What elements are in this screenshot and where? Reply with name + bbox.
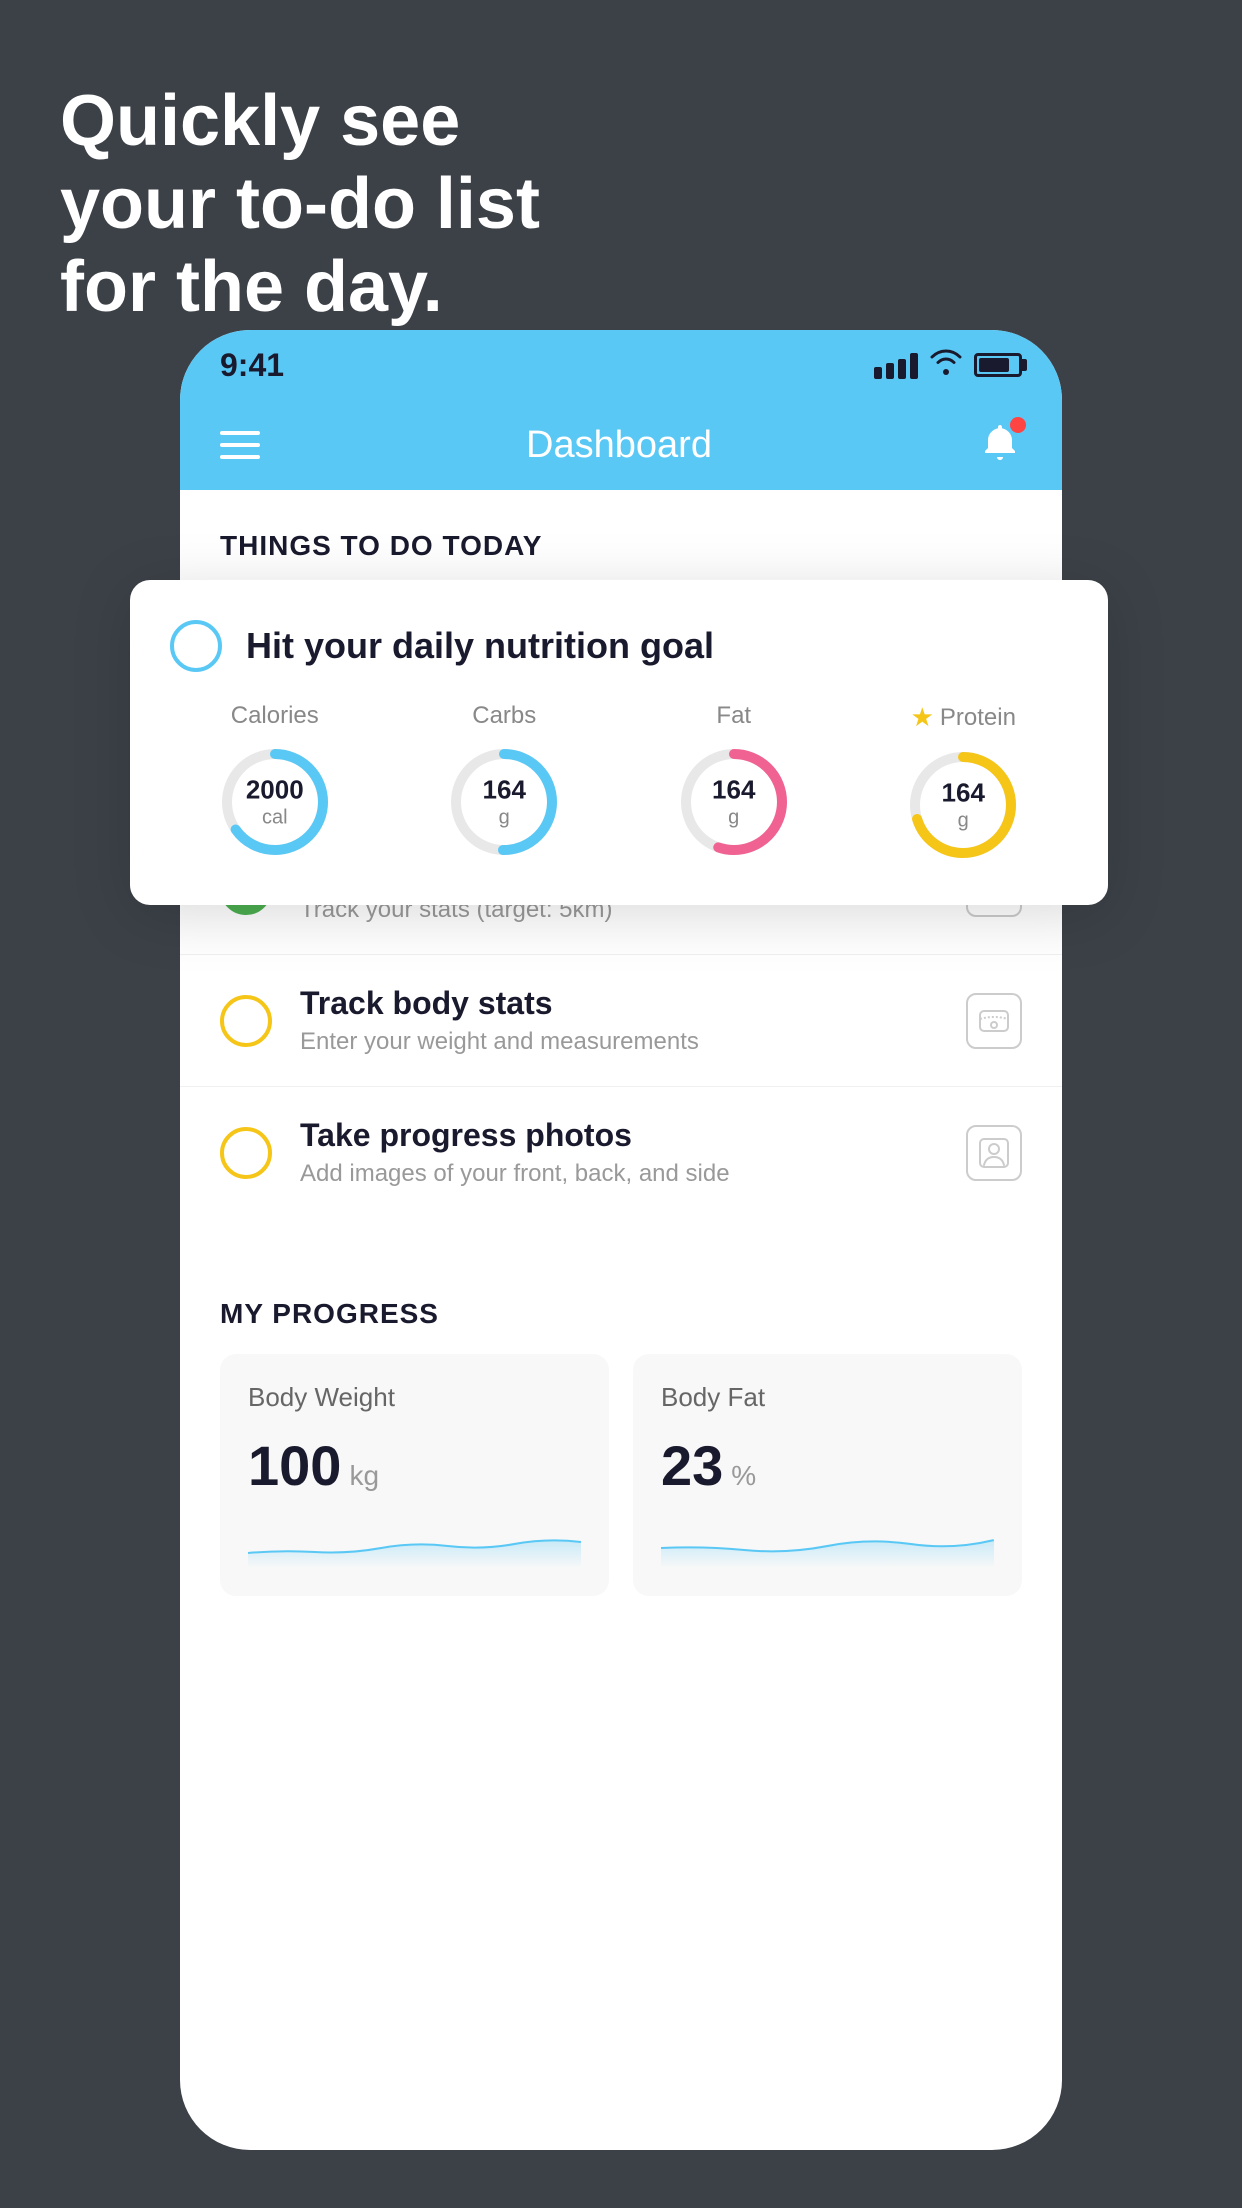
nutrition-row: Calories 2000 cal Carbs bbox=[170, 702, 1068, 865]
star-icon: ★ bbox=[911, 702, 934, 733]
body-stats-title: Track body stats bbox=[300, 985, 938, 1022]
body-weight-card[interactable]: Body Weight 100 kg bbox=[220, 1354, 609, 1596]
scale-icon bbox=[966, 993, 1022, 1049]
body-fat-value-row: 23 % bbox=[661, 1433, 994, 1498]
status-icons bbox=[874, 349, 1022, 382]
calories-unit: cal bbox=[246, 806, 304, 830]
body-weight-chart bbox=[248, 1518, 581, 1568]
protein-label: ★ Protein bbox=[911, 702, 1016, 733]
nutrition-carbs: Carbs 164 g bbox=[444, 702, 564, 862]
calories-value: 2000 bbox=[246, 774, 304, 805]
photos-subtitle: Add images of your front, back, and side bbox=[300, 1160, 938, 1188]
progress-heading: MY PROGRESS bbox=[220, 1298, 1022, 1330]
carbs-donut: 164 g bbox=[444, 742, 564, 862]
fat-value: 164 bbox=[712, 774, 755, 805]
body-fat-value: 23 bbox=[661, 1433, 723, 1498]
wifi-icon bbox=[930, 349, 962, 382]
carbs-unit: g bbox=[483, 806, 526, 830]
nutrition-protein: ★ Protein 164 g bbox=[903, 702, 1023, 865]
fat-unit: g bbox=[712, 806, 755, 830]
carbs-label: Carbs bbox=[472, 702, 536, 730]
fat-donut: 164 g bbox=[674, 742, 794, 862]
nutrition-goal-checkbox[interactable] bbox=[170, 620, 222, 672]
nutrition-fat: Fat 164 g bbox=[674, 702, 794, 862]
protein-donut: 164 g bbox=[903, 745, 1023, 865]
body-fat-title: Body Fat bbox=[661, 1382, 994, 1413]
body-fat-card[interactable]: Body Fat 23 % bbox=[633, 1354, 1022, 1596]
hamburger-menu[interactable] bbox=[220, 431, 260, 459]
body-weight-value: 100 bbox=[248, 1433, 341, 1498]
body-stats-checkbox[interactable] bbox=[220, 995, 272, 1047]
protein-unit: g bbox=[942, 809, 985, 833]
todo-item-body-stats[interactable]: Track body stats Enter your weight and m… bbox=[180, 954, 1062, 1086]
notification-dot bbox=[1010, 417, 1026, 433]
featured-card: Hit your daily nutrition goal Calories 2… bbox=[130, 580, 1108, 905]
signal-icon bbox=[874, 351, 918, 379]
calories-label: Calories bbox=[231, 702, 319, 730]
nav-bar: Dashboard bbox=[180, 400, 1062, 490]
hero-line3: for the day. bbox=[60, 246, 540, 329]
nutrition-calories: Calories 2000 cal bbox=[215, 702, 335, 862]
fat-label: Fat bbox=[716, 702, 751, 730]
progress-cards: Body Weight 100 kg bbox=[220, 1354, 1022, 1596]
body-weight-unit: kg bbox=[349, 1460, 379, 1492]
body-fat-unit: % bbox=[731, 1460, 756, 1492]
photos-text: Take progress photos Add images of your … bbox=[300, 1117, 938, 1188]
photos-checkbox[interactable] bbox=[220, 1127, 272, 1179]
person-icon bbox=[966, 1125, 1022, 1181]
body-weight-value-row: 100 kg bbox=[248, 1433, 581, 1498]
carbs-value: 164 bbox=[483, 774, 526, 805]
status-bar: 9:41 bbox=[180, 330, 1062, 400]
status-time: 9:41 bbox=[220, 347, 284, 384]
photos-title: Take progress photos bbox=[300, 1117, 938, 1154]
battery-icon bbox=[974, 353, 1022, 377]
hero-line2: your to-do list bbox=[60, 163, 540, 246]
hero-text: Quickly see your to-do list for the day. bbox=[60, 80, 540, 328]
body-stats-subtitle: Enter your weight and measurements bbox=[300, 1028, 938, 1056]
hero-line1: Quickly see bbox=[60, 80, 540, 163]
body-fat-chart bbox=[661, 1518, 994, 1568]
protein-value: 164 bbox=[942, 777, 985, 808]
todo-item-photos[interactable]: Take progress photos Add images of your … bbox=[180, 1086, 1062, 1218]
nutrition-goal-title: Hit your daily nutrition goal bbox=[246, 625, 714, 667]
progress-section: MY PROGRESS Body Weight 100 kg bbox=[180, 1258, 1062, 1616]
bell-icon[interactable] bbox=[978, 421, 1022, 470]
body-weight-title: Body Weight bbox=[248, 1382, 581, 1413]
calories-donut: 2000 cal bbox=[215, 742, 335, 862]
card-title-row: Hit your daily nutrition goal bbox=[170, 620, 1068, 672]
nav-title: Dashboard bbox=[526, 424, 712, 467]
body-stats-text: Track body stats Enter your weight and m… bbox=[300, 985, 938, 1056]
things-section-header: THINGS TO DO TODAY bbox=[180, 490, 1062, 582]
